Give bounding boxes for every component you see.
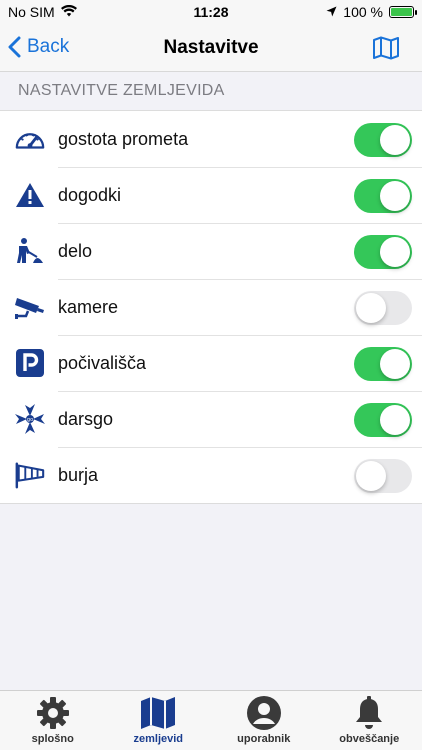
page-title: Nastavitve <box>163 37 259 58</box>
map-settings-list: gostota prometa dogodki delo kamere poči… <box>0 110 422 504</box>
delo-toggle[interactable] <box>354 235 412 269</box>
dogodki-toggle[interactable] <box>354 179 412 213</box>
tab-bar: splošno zemljevid uporabnik obveščanje <box>0 690 422 750</box>
setting-label: dogodki <box>58 184 122 205</box>
kamere-toggle[interactable] <box>354 291 412 325</box>
setting-label: delo <box>58 240 93 261</box>
status-bar: No SIM 11:28 100 % <box>0 0 422 24</box>
warning-icon <box>14 179 46 211</box>
setting-row-pocivalisca: počivališča <box>0 335 422 391</box>
battery-icon <box>389 6 417 18</box>
setting-label: počivališča <box>58 352 147 373</box>
svg-text:go: go <box>27 417 33 423</box>
tab-label: splošno <box>31 733 74 745</box>
map-icon <box>373 36 399 60</box>
section-header: NASTAVITVE ZEMLJEVIDA <box>18 82 225 99</box>
setting-label: darsgo <box>58 408 114 429</box>
gostota-prometa-toggle[interactable] <box>354 123 412 157</box>
tab-zemljevid[interactable]: zemljevid <box>106 691 212 750</box>
setting-row-kamere: kamere <box>0 279 422 335</box>
parking-icon <box>14 347 46 379</box>
darsgo-toggle[interactable] <box>354 403 412 437</box>
setting-label: burja <box>58 464 99 485</box>
roadwork-icon <box>14 235 46 267</box>
setting-row-burja: burja <box>0 447 422 503</box>
map-button[interactable] <box>372 36 400 65</box>
tab-obvescanje[interactable]: obveščanje <box>317 691 422 750</box>
setting-row-delo: delo <box>0 223 422 279</box>
tab-label: uporabnik <box>237 733 291 745</box>
camera-icon <box>14 291 46 323</box>
gear-icon <box>0 695 106 731</box>
location-arrow-icon <box>326 4 337 20</box>
setting-label: gostota prometa <box>58 128 189 149</box>
tab-label: obveščanje <box>339 733 400 745</box>
tab-label: zemljevid <box>133 733 184 745</box>
tab-splosno[interactable]: splošno <box>0 691 106 750</box>
user-icon <box>211 695 317 731</box>
battery-percent: 100 % <box>343 4 383 20</box>
setting-row-gostota-prometa: gostota prometa <box>0 111 422 167</box>
burja-toggle[interactable] <box>354 459 412 493</box>
setting-row-darsgo: go darsgo <box>0 391 422 447</box>
pocivalisca-toggle[interactable] <box>354 347 412 381</box>
darsgo-icon: go <box>14 403 46 435</box>
setting-row-dogodki: dogodki <box>0 167 422 223</box>
windsock-icon <box>14 459 46 491</box>
map-icon <box>106 695 212 731</box>
setting-label: kamere <box>58 296 119 317</box>
navigation-bar: Back Nastavitve <box>0 24 422 72</box>
gauge-icon <box>14 123 46 155</box>
tab-uporabnik[interactable]: uporabnik <box>211 691 317 750</box>
bell-icon <box>317 695 422 731</box>
